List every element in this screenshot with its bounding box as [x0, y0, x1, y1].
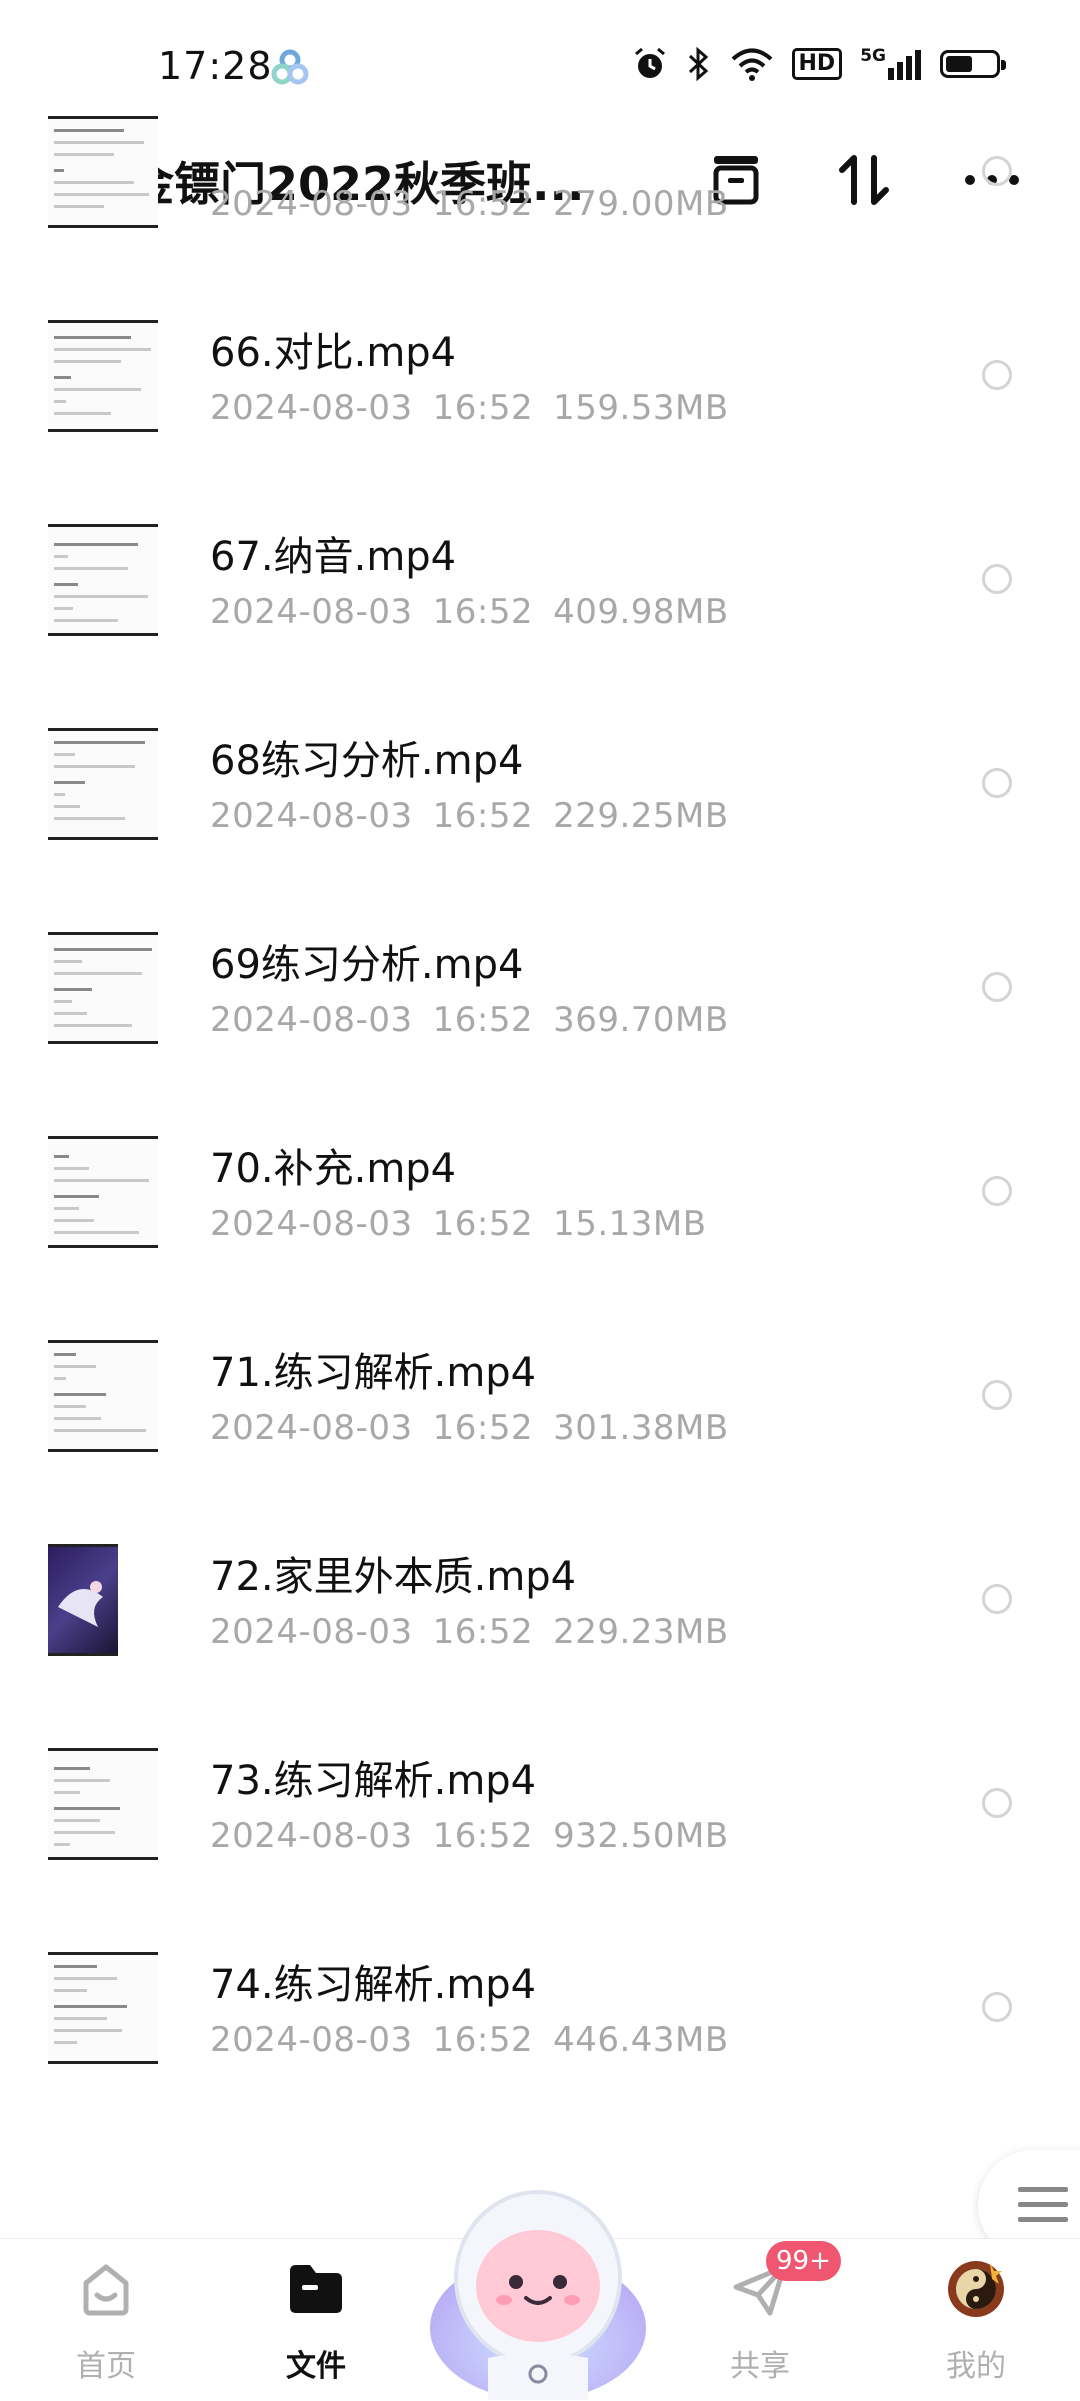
nav-label-share: 共享 [730, 2349, 790, 2384]
video-thumbnail-document [48, 1340, 158, 1452]
file-time: 16:52 [432, 1816, 534, 1856]
nav-item-mine[interactable]: 我的 [906, 2239, 1046, 2401]
file-meta: 2024-08-03 16:52 369.70MB [210, 1000, 749, 1040]
avatar-icon [948, 2261, 1004, 2317]
file-time: 16:52 [432, 796, 534, 836]
video-thumbnail-document [48, 320, 158, 432]
file-row[interactable]: 73.练习解析.mp4 2024-08-03 16:52 932.50MB [0, 1702, 1080, 1906]
file-row[interactable]: 70.补充.mp4 2024-08-03 16:52 15.13MB [0, 1090, 1080, 1294]
file-name: 66.对比.mp4 [210, 330, 457, 376]
file-meta: 2024-08-03 16:52 279.00MB [210, 184, 749, 224]
file-date: 2024-08-03 [210, 592, 413, 632]
video-thumbnail-document [48, 728, 158, 840]
file-row[interactable]: 67.纳音.mp4 2024-08-03 16:52 409.98MB [0, 478, 1080, 682]
file-name: 67.纳音.mp4 [210, 534, 457, 580]
select-checkbox[interactable] [982, 1380, 1012, 1410]
video-thumbnail-document [48, 1952, 158, 2064]
file-meta: 2024-08-03 16:52 932.50MB [210, 1816, 749, 1856]
file-date: 2024-08-03 [210, 2020, 413, 2060]
file-date: 2024-08-03 [210, 184, 413, 224]
file-time: 16:52 [432, 388, 534, 428]
file-name: 72.家里外本质.mp4 [210, 1554, 577, 1600]
select-checkbox[interactable] [982, 1176, 1012, 1206]
file-time: 16:52 [432, 1408, 534, 1448]
select-checkbox[interactable] [982, 564, 1012, 594]
nav-label-home: 首页 [76, 2349, 136, 2384]
file-row[interactable]: 71.练习解析.mp4 2024-08-03 16:52 301.38MB [0, 1294, 1080, 1498]
file-date: 2024-08-03 [210, 1816, 413, 1856]
file-date: 2024-08-03 [210, 1000, 413, 1040]
select-checkbox[interactable] [982, 1992, 1012, 2022]
file-time: 16:52 [432, 1204, 534, 1244]
file-row[interactable]: 68练习分析.mp4 2024-08-03 16:52 229.25MB [0, 682, 1080, 886]
file-row[interactable]: 66.对比.mp4 2024-08-03 16:52 159.53MB [0, 274, 1080, 478]
file-date: 2024-08-03 [210, 796, 413, 836]
select-checkbox[interactable] [982, 1584, 1012, 1614]
video-thumbnail-document [48, 524, 158, 636]
select-checkbox[interactable] [982, 156, 1012, 186]
video-thumbnail-document [48, 116, 158, 228]
file-meta: 2024-08-03 16:52 229.25MB [210, 796, 749, 836]
file-date: 2024-08-03 [210, 388, 413, 428]
file-size: 446.43MB [553, 2020, 729, 2060]
file-size: 229.23MB [553, 1612, 729, 1652]
file-size: 301.38MB [553, 1408, 729, 1448]
file-date: 2024-08-03 [210, 1408, 413, 1448]
file-name: 74.练习解析.mp4 [210, 1962, 537, 2008]
file-size: 409.98MB [553, 592, 729, 632]
select-checkbox[interactable] [982, 768, 1012, 798]
nav-item-share[interactable]: 99+ 共享 [690, 2239, 841, 2401]
file-row[interactable]: 72.家里外本质.mp4 2024-08-03 16:52 229.23MB [0, 1498, 1080, 1702]
file-size: 369.70MB [553, 1000, 729, 1040]
file-meta: 2024-08-03 16:52 446.43MB [210, 2020, 749, 2060]
file-meta: 2024-08-03 16:52 15.13MB [210, 1204, 727, 1244]
select-checkbox[interactable] [982, 972, 1012, 1002]
file-time: 16:52 [432, 1000, 534, 1040]
file-name: 68练习分析.mp4 [210, 738, 524, 784]
file-meta: 2024-08-03 16:52 229.23MB [210, 1612, 749, 1652]
file-time: 16:52 [432, 184, 534, 224]
video-thumbnail-document [48, 1136, 158, 1248]
home-icon [83, 2264, 129, 2316]
file-size: 229.25MB [553, 796, 729, 836]
nav-label-files: 文件 [286, 2349, 346, 2384]
mascot-button[interactable] [428, 2178, 648, 2400]
file-time: 16:52 [432, 592, 534, 632]
share-badge: 99+ [766, 2241, 841, 2281]
network-type-label: 5G [860, 46, 886, 66]
file-row[interactable]: 2024-08-03 16:52 279.00MB [0, 70, 1080, 274]
file-name: 69练习分析.mp4 [210, 942, 524, 988]
file-size: 15.13MB [553, 1204, 707, 1244]
file-name: 71.练习解析.mp4 [210, 1350, 537, 1396]
file-size: 932.50MB [553, 1816, 729, 1856]
file-name: 73.练习解析.mp4 [210, 1758, 537, 1804]
video-thumbnail-image [48, 1544, 118, 1656]
nav-item-files[interactable]: 文件 [246, 2239, 386, 2401]
nav-label-mine: 我的 [946, 2349, 1006, 2384]
file-meta: 2024-08-03 16:52 301.38MB [210, 1408, 749, 1448]
select-checkbox[interactable] [982, 360, 1012, 390]
menu-icon [1018, 2187, 1068, 2222]
file-row[interactable]: 69练习分析.mp4 2024-08-03 16:52 369.70MB [0, 886, 1080, 1090]
file-time: 16:52 [432, 2020, 534, 2060]
video-thumbnail-document [48, 932, 158, 1044]
select-checkbox[interactable] [982, 1788, 1012, 1818]
nav-item-home[interactable]: 首页 [36, 2239, 176, 2401]
folder-icon [290, 2265, 342, 2313]
file-name: 70.补充.mp4 [210, 1146, 457, 1192]
video-thumbnail-document [48, 1748, 158, 1860]
file-row[interactable]: 74.练习解析.mp4 2024-08-03 16:52 446.43MB [0, 1906, 1080, 2110]
file-date: 2024-08-03 [210, 1612, 413, 1652]
file-time: 16:52 [432, 1612, 534, 1652]
file-size: 159.53MB [553, 388, 729, 428]
file-date: 2024-08-03 [210, 1204, 413, 1244]
file-size: 279.00MB [553, 184, 729, 224]
file-meta: 2024-08-03 16:52 409.98MB [210, 592, 749, 632]
file-meta: 2024-08-03 16:52 159.53MB [210, 388, 749, 428]
